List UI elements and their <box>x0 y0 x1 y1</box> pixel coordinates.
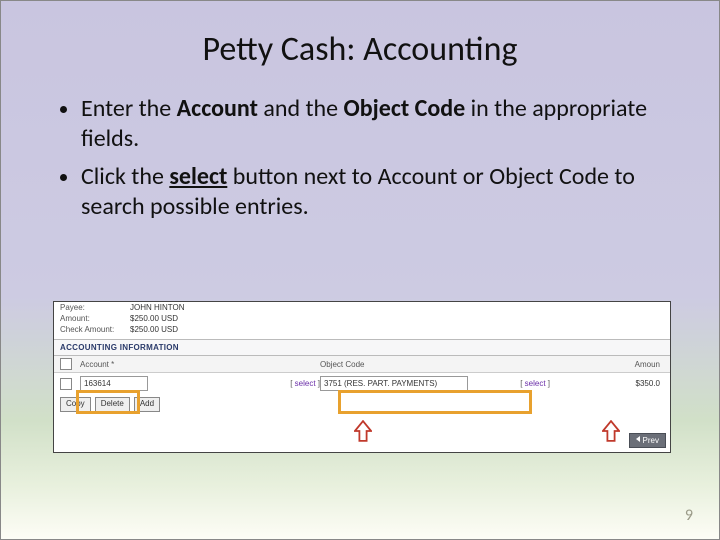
grid-row: 163614 select 3751 (RES. PART. PAYMENTS)… <box>54 373 670 394</box>
bullet-1: Enter the Account and the Object Code in… <box>81 94 659 154</box>
header-checkbox[interactable] <box>60 358 72 370</box>
arrow-up-icon <box>602 420 620 442</box>
account-input[interactable]: 163614 <box>80 376 148 391</box>
text-bold: Object Code <box>344 94 466 123</box>
text-bold-underline: select <box>169 162 227 191</box>
amount-value: $250.00 USD <box>130 314 178 323</box>
amount-label: Amount: <box>60 314 130 323</box>
triangle-left-icon <box>636 436 640 442</box>
payee-label: Payee: <box>60 303 130 312</box>
add-button[interactable]: Add <box>134 397 160 412</box>
text: Enter the <box>81 94 177 123</box>
page-number: 9 <box>685 506 693 525</box>
col-object-header: Object Code <box>320 360 550 369</box>
prev-label: Prev <box>643 436 659 445</box>
text-bold: Account <box>177 94 258 123</box>
embedded-screenshot: Payee: JOHN HINTON Amount: $250.00 USD C… <box>53 301 669 471</box>
arrow-up-icon <box>354 420 372 442</box>
grid-header: Account * Object Code Amoun <box>54 356 670 373</box>
object-code-input[interactable]: 3751 (RES. PART. PAYMENTS) <box>320 376 468 391</box>
select-account-link[interactable]: select <box>290 379 320 388</box>
select-object-link[interactable]: select <box>520 379 550 388</box>
row-checkbox[interactable] <box>60 378 72 390</box>
col-amount-header: Amoun <box>550 360 664 369</box>
prev-button[interactable]: Prev <box>629 433 666 448</box>
check-amount-value: $250.00 USD <box>130 325 178 334</box>
text: Click the <box>81 162 169 191</box>
section-title: ACCOUNTING INFORMATION <box>54 339 670 356</box>
col-account-header: Account * <box>80 360 320 369</box>
delete-button[interactable]: Delete <box>95 397 130 412</box>
check-amount-label: Check Amount: <box>60 325 130 334</box>
bullet-2: Click the select button next to Account … <box>81 162 659 222</box>
payee-value: JOHN HINTON <box>130 303 185 312</box>
slide-body: Enter the Account and the Object Code in… <box>1 70 719 222</box>
slide-title: Petty Cash: Accounting <box>1 1 719 70</box>
row-amount: $350.0 <box>550 379 664 388</box>
text: and the <box>258 94 344 123</box>
copy-button[interactable]: Copy <box>60 397 91 412</box>
